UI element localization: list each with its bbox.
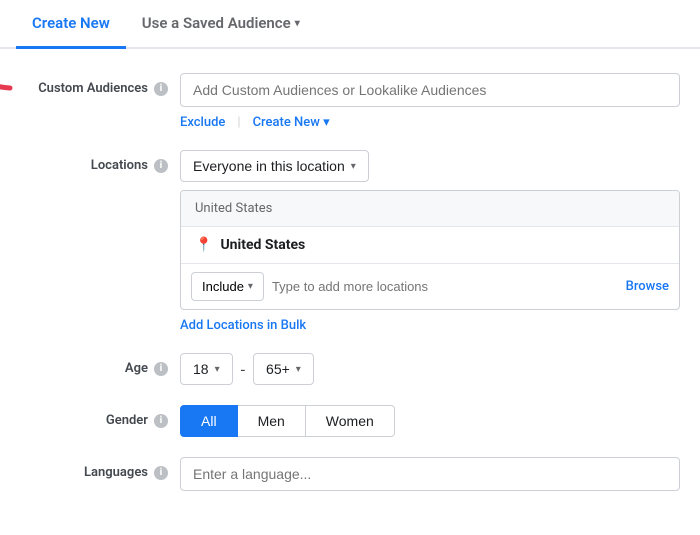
age-controls: 18 ▾ - 65+ ▾ (180, 353, 680, 385)
gender-all-button[interactable]: All (180, 405, 238, 437)
location-search-input[interactable] (272, 279, 618, 294)
languages-info-icon[interactable]: i (154, 466, 168, 480)
location-type-dropdown[interactable]: Everyone in this location ▾ (180, 150, 369, 182)
languages-field (180, 457, 680, 491)
age-label: Age i (20, 353, 180, 376)
age-max-chevron-icon: ▾ (296, 364, 301, 375)
location-type-chevron-icon: ▾ (351, 161, 356, 172)
gender-women-button[interactable]: Women (306, 405, 395, 437)
location-item-us: 📍 United States (181, 227, 679, 264)
gender-label: Gender i (20, 405, 180, 428)
locations-info-icon[interactable]: i (154, 159, 168, 173)
location-box: United States 📍 United States Include ▾ … (180, 190, 680, 310)
age-info-icon[interactable]: i (154, 362, 168, 376)
chevron-down-icon: ▾ (295, 18, 300, 29)
include-dropdown[interactable]: Include ▾ (191, 272, 264, 301)
age-min-chevron-icon: ▾ (215, 364, 220, 375)
custom-audiences-label: Custom Audiences i (20, 73, 180, 96)
include-chevron-icon: ▾ (248, 281, 253, 292)
age-separator: - (241, 360, 245, 379)
custom-audiences-info-icon[interactable]: i (154, 82, 168, 96)
age-row: Age i 18 ▾ - 65+ ▾ (20, 353, 680, 385)
custom-audiences-input[interactable] (180, 73, 680, 107)
location-search-row: Include ▾ Browse (181, 264, 679, 309)
form-content: Custom Audiences i Exclude | Create New … (0, 49, 700, 535)
age-field: 18 ▾ - 65+ ▾ (180, 353, 680, 385)
gender-controls: All Men Women (180, 405, 680, 437)
create-new-link[interactable]: Create New ▾ (253, 115, 330, 130)
actions-separator: | (237, 115, 240, 130)
age-min-dropdown[interactable]: 18 ▾ (180, 353, 233, 385)
languages-input[interactable] (180, 457, 680, 491)
tab-bar: Create New Use a Saved Audience ▾ (0, 0, 700, 49)
locations-field: Everyone in this location ▾ United State… (180, 150, 680, 333)
location-header: United States (181, 191, 679, 227)
languages-row: Languages i (20, 457, 680, 491)
pin-icon: 📍 (195, 237, 212, 253)
browse-button[interactable]: Browse (626, 279, 669, 294)
tab-create-new[interactable]: Create New (16, 0, 126, 49)
locations-row: Locations i Everyone in this location ▾ … (20, 150, 680, 333)
age-max-dropdown[interactable]: 65+ ▾ (253, 353, 314, 385)
gender-info-icon[interactable]: i (154, 414, 168, 428)
languages-label: Languages i (20, 457, 180, 480)
custom-audiences-field: Exclude | Create New ▾ (180, 73, 680, 130)
tab-use-saved[interactable]: Use a Saved Audience ▾ (126, 0, 316, 49)
custom-audience-actions: Exclude | Create New ▾ (180, 115, 680, 130)
create-new-chevron-icon: ▾ (323, 115, 330, 130)
locations-label: Locations i (20, 150, 180, 173)
gender-field: All Men Women (180, 405, 680, 437)
add-locations-bulk-link[interactable]: Add Locations in Bulk (180, 318, 680, 333)
custom-audiences-row: Custom Audiences i Exclude | Create New … (20, 73, 680, 130)
gender-row: Gender i All Men Women (20, 405, 680, 437)
gender-men-button[interactable]: Men (238, 405, 306, 437)
exclude-link[interactable]: Exclude (180, 115, 225, 130)
